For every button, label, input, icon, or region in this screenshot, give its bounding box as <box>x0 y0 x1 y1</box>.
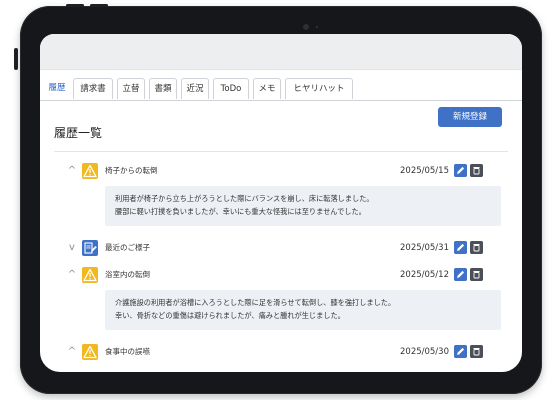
camera-icon <box>303 24 309 30</box>
tab-invoice[interactable]: 請求書 <box>73 78 113 99</box>
sensor-dot <box>316 26 318 28</box>
detail-text: 利用者が椅子から立ち上がろうとした際にバランスを崩し、床に転落しました。 <box>115 194 374 203</box>
detail-text: 介護施設の利用者が浴槽に入ろうとした際に足を滑らせて転倒し、膝を強打しました。 <box>115 298 396 307</box>
record-date: 2025/05/15 <box>400 166 449 176</box>
warning-icon <box>82 163 98 179</box>
tab-documents[interactable]: 書類 <box>149 78 177 99</box>
edit-icon[interactable] <box>454 241 467 254</box>
tab-near-miss[interactable]: ヒヤリハット <box>285 78 353 99</box>
chevron-up-icon[interactable]: ^ <box>66 269 78 281</box>
record-date: 2025/05/31 <box>400 243 449 253</box>
detail-text: 腰部に軽い打撲を負いましたが、幸いにも重大な怪我には至りませんでした。 <box>115 207 366 216</box>
record-title: 食事中の誤嚥 <box>105 347 150 356</box>
record-detail: 利用者が椅子から立ち上がろうとした際にバランスを崩し、床に転落しました。 腰部に… <box>105 186 501 226</box>
chevron-up-icon[interactable]: ^ <box>66 346 78 358</box>
tab-recent[interactable]: 近況 <box>181 78 209 99</box>
warning-icon <box>82 344 98 360</box>
record-row[interactable]: v 最近のご様子 2025/05/31 <box>40 239 522 259</box>
edit-icon[interactable] <box>454 345 467 358</box>
record-detail: 介護施設の利用者が浴槽に入ろうとした際に足を滑らせて転倒し、膝を強打しました。 … <box>105 290 501 330</box>
detail-text: 幸い、骨折などの重傷は避けられましたが、痛みと腫れが生じました。 <box>115 311 345 320</box>
app-screen: 履歴 請求書 立替 書類 近況 ToDo メモ ヒヤリハット 履歴一覧 新規登録… <box>40 34 522 372</box>
volume-button <box>14 48 18 70</box>
record-row[interactable]: ^ 食事中の誤嚥 2025/05/30 <box>40 343 522 363</box>
tab-todo[interactable]: ToDo <box>213 78 249 99</box>
tab-memo[interactable]: メモ <box>253 78 281 99</box>
divider <box>54 151 508 152</box>
app-header-bar <box>40 34 522 70</box>
edit-icon[interactable] <box>454 164 467 177</box>
trash-icon[interactable] <box>470 241 483 254</box>
tab-bar: 履歴 請求書 立替 書類 近況 ToDo メモ ヒヤリハット <box>40 78 522 101</box>
note-edit-icon <box>82 240 98 256</box>
edit-icon[interactable] <box>454 268 467 281</box>
record-title: 椅子からの転倒 <box>105 166 158 175</box>
trash-icon[interactable] <box>470 164 483 177</box>
warning-icon <box>82 267 98 283</box>
record-title: 最近のご様子 <box>105 243 150 252</box>
record-title: 浴室内の転倒 <box>105 270 150 279</box>
top-button <box>66 4 84 7</box>
record-date: 2025/05/30 <box>400 347 449 357</box>
trash-icon[interactable] <box>470 345 483 358</box>
page-title: 履歴一覧 <box>54 126 103 140</box>
record-row[interactable]: ^ 椅子からの転倒 2025/05/15 <box>40 162 522 182</box>
record-row[interactable]: ^ 浴室内の転倒 2025/05/12 <box>40 266 522 286</box>
chevron-down-icon[interactable]: v <box>66 242 78 254</box>
record-date: 2025/05/12 <box>400 270 449 280</box>
tab-advance[interactable]: 立替 <box>117 78 145 99</box>
chevron-up-icon[interactable]: ^ <box>66 165 78 177</box>
top-button-2 <box>90 4 108 7</box>
new-record-button[interactable]: 新規登録 <box>438 107 502 127</box>
tab-history[interactable]: 履歴 <box>46 78 68 99</box>
trash-icon[interactable] <box>470 268 483 281</box>
